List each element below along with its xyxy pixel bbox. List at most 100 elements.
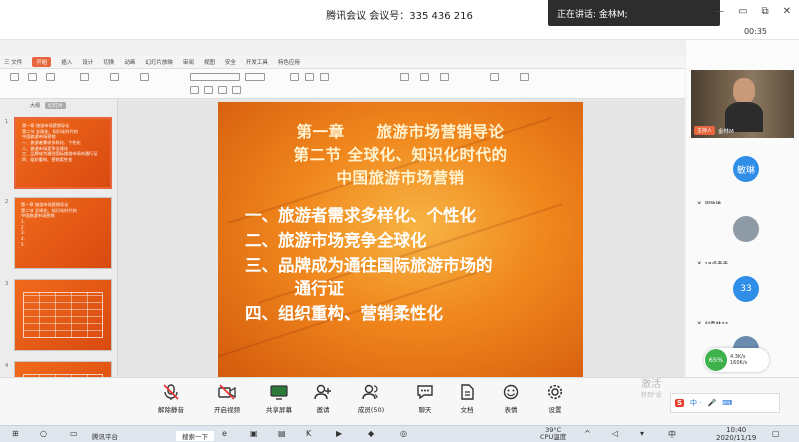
host-video-tile[interactable]: 主持人 金林M (691, 70, 794, 138)
textbox-icon[interactable] (400, 73, 409, 81)
meeting-toolbar: 解除静音 开启视频 共享屏幕 邀请 成员(50) 聊天 文档 表情 设置 激活 … (0, 377, 799, 425)
mic-off-icon (163, 384, 179, 400)
italic-icon[interactable] (204, 86, 213, 94)
underline-icon[interactable] (218, 86, 227, 94)
slide-editing-area: 第一章 旅游市场营销导论 第二节 全球化、知识化时代的 中国旅游市场营销 一、旅… (118, 99, 685, 378)
tab-slides[interactable]: 幻灯片 (45, 102, 67, 109)
ppt-menu-file[interactable]: 三 文件 (4, 58, 22, 66)
chat-icon (417, 385, 433, 400)
store-icon[interactable]: ▣ (250, 429, 258, 438)
k-app-icon[interactable]: K (306, 429, 311, 438)
thumb-table (23, 292, 103, 338)
close-icon[interactable]: ✕ (783, 6, 791, 17)
tab-outline[interactable]: 大纲 (30, 102, 40, 109)
tray-chevron-icon[interactable]: ^ (584, 429, 591, 438)
new-slide-icon[interactable] (80, 73, 89, 81)
slide-thumbnail-3[interactable] (14, 279, 112, 351)
network-status: 65% 4.3K/s 160K/s (704, 348, 769, 372)
folder-icon[interactable]: ▤ (278, 429, 286, 438)
chat-button[interactable]: 聊天 (402, 382, 448, 414)
notification-icon[interactable]: ▢ (772, 429, 780, 438)
taskbar-app-label[interactable]: 腾讯平台 (92, 431, 118, 441)
add-user-icon (314, 384, 331, 400)
find-icon[interactable] (490, 73, 499, 81)
browser-icon[interactable]: e (222, 429, 227, 438)
keyboard-icon[interactable]: ⌨ (722, 399, 732, 407)
ppt-tab-insert[interactable]: 插入 (61, 58, 72, 66)
paste-icon[interactable] (10, 73, 19, 81)
play-store-icon[interactable]: ▶ (336, 429, 342, 438)
task-view-icon[interactable]: ▭ (70, 429, 78, 438)
minimize-icon[interactable]: — (714, 6, 724, 17)
fullscreen-icon[interactable]: ⧉ (761, 6, 768, 17)
members-button[interactable]: 成员(50) (348, 382, 394, 414)
network-icon[interactable]: ▾ (640, 429, 644, 438)
ppt-tab-review[interactable]: 审阅 (183, 58, 194, 66)
participant-tile[interactable]: 敏琳 ✕周敏琳 (691, 144, 794, 210)
reset-icon[interactable] (140, 73, 149, 81)
clock[interactable]: 10:40 2020/11/19 (716, 426, 756, 442)
ppt-tab-home[interactable]: 开始 (32, 56, 52, 67)
settings-button[interactable]: 设置 (532, 382, 578, 414)
meeting-app-icon[interactable]: ◆ (368, 429, 374, 438)
bold-icon[interactable] (190, 86, 199, 94)
slide-bullet-1: 一、旅游者需求多样化、个性化 (245, 206, 476, 225)
arrange-icon[interactable] (440, 73, 449, 81)
host-badge: 主持人 (694, 126, 716, 135)
slide-thumbnail-1[interactable]: 第一章 旅游市场营销导论 第二节 全球化、知识化时代的 中国旅游市场营销 一、旅… (14, 117, 112, 189)
font-family-select[interactable] (190, 73, 240, 81)
meeting-titlebar: 腾讯会议 会议号：335 436 216 正在讲话: 金林M; — ▭ ⧉ ✕ … (0, 0, 799, 40)
settings-label: 设置 (548, 406, 562, 414)
select-icon[interactable] (520, 73, 529, 81)
ppt-tab-features[interactable]: 特色应用 (278, 58, 300, 66)
number-list-icon[interactable] (305, 73, 314, 81)
reactions-button[interactable]: 表情 (488, 382, 534, 414)
layout-icon[interactable] (110, 73, 119, 81)
ppt-tab-animation[interactable]: 动画 (124, 58, 135, 66)
ppt-tab-design[interactable]: 设计 (82, 58, 93, 66)
ppt-tab-security[interactable]: 安全 (225, 58, 236, 66)
font-size-select[interactable] (245, 73, 265, 81)
thumb-number: 4 (5, 363, 9, 369)
documents-button[interactable]: 文档 (444, 382, 490, 414)
indent-icon[interactable] (320, 73, 329, 81)
slide-bullet-3-cont: 通行证 (245, 279, 345, 298)
taskbar-search-input[interactable]: 搜索一下 (176, 431, 214, 441)
wechat-icon[interactable]: ◎ (400, 429, 407, 438)
volume-icon[interactable]: ◁ (612, 429, 618, 438)
shared-presentation-window: 三 文件 开始 插入 设计 切换 动画 幻灯片放映 审阅 视图 安全 开发工具 … (0, 55, 685, 378)
slide-bullet-3: 三、品牌成为通往国际旅游市场的 (245, 256, 493, 275)
search-icon[interactable]: ○ (40, 429, 47, 438)
ime-toolbar[interactable]: S 中 · 🎤 ⌨ (670, 393, 780, 413)
slide-thumbnail-2[interactable]: 第一章 旅游市场营销导论 第二节 全球化、知识化时代的 中国旅游市场营销 1. … (14, 197, 112, 269)
cut-icon[interactable] (28, 73, 37, 81)
start-video-button[interactable]: 开启视频 (204, 382, 250, 414)
shape-icon[interactable] (420, 73, 429, 81)
slide-section-subtitle: 中国旅游市场营销 (336, 168, 465, 187)
ime-icon[interactable]: 中 (668, 429, 676, 440)
share-screen-button[interactable]: 共享屏幕 (256, 382, 302, 414)
unmute-button[interactable]: 解除静音 (148, 382, 194, 414)
restore-icon[interactable]: ▭ (738, 6, 747, 17)
ppt-tab-transition[interactable]: 切换 (103, 58, 114, 66)
ime-mode: 中 · (690, 399, 702, 407)
windows-start-icon[interactable]: ⊞ (12, 429, 19, 438)
font-color-icon[interactable] (232, 86, 241, 94)
slide-section-title: 第二节 全球化、知识化时代的 (293, 145, 508, 164)
participant-tile[interactable]: 33 ✕刘秀林33 (691, 264, 794, 330)
thumb-number: 3 (5, 281, 9, 287)
participant-tile[interactable]: ✕18卓青青 (691, 204, 794, 270)
mic-icon[interactable]: 🎤 (708, 399, 717, 407)
windows-taskbar: ⊞ ○ ▭ 腾讯平台 搜索一下 e ▣ ▤ K ▶ ◆ ◎ 39°C CPU温度 … (0, 425, 799, 442)
ppt-tab-developer[interactable]: 开发工具 (246, 58, 268, 66)
slide-thumbnail-4[interactable] (14, 361, 112, 377)
bullet-list-icon[interactable] (290, 73, 299, 81)
ppt-tab-slideshow[interactable]: 幻灯片放映 (145, 58, 173, 66)
ppt-ribbon (0, 69, 685, 99)
thumb-line: 5. (21, 241, 25, 247)
weather-widget[interactable]: 39°C CPU温度 (540, 426, 566, 441)
host-face (733, 78, 755, 104)
format-painter-icon[interactable] (46, 73, 55, 81)
invite-button[interactable]: 邀请 (300, 382, 346, 414)
ppt-tab-view[interactable]: 视图 (204, 58, 215, 66)
